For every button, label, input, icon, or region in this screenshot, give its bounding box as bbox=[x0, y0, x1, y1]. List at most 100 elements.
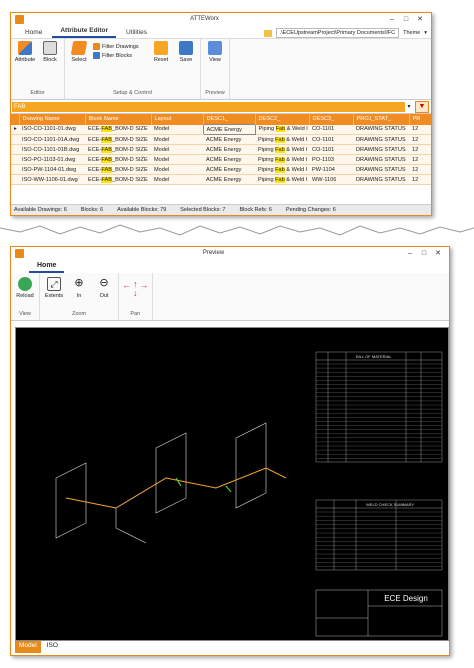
chevron-down-icon[interactable]: ▾ bbox=[424, 30, 427, 36]
table-cell[interactable]: DRAWING STATUS bbox=[353, 124, 409, 135]
table-cell[interactable]: 12 bbox=[409, 134, 431, 145]
minimize-button[interactable]: – bbox=[403, 250, 417, 257]
table-cell[interactable]: ISO-PW-1104-01.dwg bbox=[19, 164, 85, 175]
maximize-button[interactable]: □ bbox=[399, 16, 413, 23]
table-cell[interactable]: 12 bbox=[409, 154, 431, 165]
table-cell[interactable]: ACME Energy bbox=[202, 124, 256, 135]
close-button[interactable]: ✕ bbox=[413, 15, 427, 23]
column-header[interactable]: PR bbox=[409, 114, 431, 125]
close-button[interactable]: ✕ bbox=[431, 249, 445, 257]
table-cell[interactable]: ECE-FAB_BOM-D SIZE bbox=[85, 154, 151, 165]
drawing-canvas[interactable]: BILL OF MATERIAL WELD CHECK SUMMARY ECE … bbox=[15, 327, 449, 641]
table-row[interactable]: ISO-PW-1104-01.dwg ECE-FAB_BOM-D SIZE Mode… bbox=[11, 164, 431, 175]
table-cell[interactable]: 12 bbox=[409, 124, 431, 135]
folder-icon[interactable] bbox=[263, 29, 272, 37]
table-cell[interactable]: Piping Fab & Weld I LineTag bbox=[255, 134, 309, 145]
save-button[interactable]: Save bbox=[175, 41, 197, 63]
table-cell[interactable]: 12 bbox=[409, 144, 431, 155]
filter-blocks-button[interactable]: Filter Blocks bbox=[93, 52, 147, 59]
column-header[interactable]: DESC2_ bbox=[255, 114, 310, 125]
table-cell[interactable]: ACME Energy bbox=[203, 164, 255, 175]
table-cell[interactable]: Model bbox=[151, 154, 203, 165]
row-selector[interactable] bbox=[11, 154, 19, 165]
table-cell[interactable]: ISO-CO-1101-01.dwg bbox=[19, 124, 85, 135]
extents-button[interactable]: ⤢ Extents bbox=[43, 277, 65, 299]
table-cell[interactable]: 12 bbox=[409, 174, 431, 185]
table-cell[interactable]: ISO-CO-1101-01B.dwg bbox=[19, 144, 85, 155]
tab-utilities[interactable]: Utilities bbox=[118, 27, 155, 38]
table-cell[interactable]: Piping Fab & Weld I LineTag bbox=[255, 154, 309, 165]
reset-button[interactable]: Reset bbox=[150, 41, 172, 63]
table-cell[interactable]: ACME Energy bbox=[203, 174, 255, 185]
attribute-button[interactable]: Attribute bbox=[14, 41, 36, 63]
table-cell[interactable]: Model bbox=[151, 144, 203, 155]
theme-dropdown[interactable]: Theme bbox=[403, 30, 420, 36]
table-cell[interactable]: ACME Energy bbox=[203, 154, 255, 165]
table-cell[interactable]: Model bbox=[151, 164, 203, 175]
select-button[interactable]: Select bbox=[68, 41, 90, 63]
zoom-out-button[interactable]: ⊖ Out bbox=[93, 277, 115, 299]
table-cell[interactable]: CO-1101 bbox=[309, 144, 353, 155]
column-header[interactable]: DESC1_ bbox=[203, 114, 256, 125]
table-cell[interactable]: CO-1101 bbox=[309, 134, 353, 145]
reload-button[interactable]: Reload bbox=[14, 277, 36, 299]
table-cell[interactable]: PW-1104 bbox=[309, 164, 353, 175]
pan-down-icon[interactable]: ↓ bbox=[133, 289, 138, 298]
block-button[interactable]: Block bbox=[39, 41, 61, 63]
table-cell[interactable]: Model bbox=[151, 174, 203, 185]
table-row[interactable]: ISO-PO-1103-01.dwg ECE-FAB_BOM-D SIZE Mode… bbox=[11, 154, 431, 165]
table-row[interactable]: ISO-WW-1106-01.dwg ECE-FAB_BOM-D SIZE Mode… bbox=[11, 174, 431, 185]
table-cell[interactable]: DRAWING STATUS bbox=[353, 134, 409, 145]
row-selector[interactable] bbox=[11, 174, 19, 185]
table-cell[interactable]: ISO-WW-1106-01.dwg bbox=[19, 174, 85, 185]
table-cell[interactable]: ISO-PO-1103-01.dwg bbox=[19, 154, 85, 165]
table-cell[interactable]: PO-1103 bbox=[309, 154, 353, 165]
table-cell[interactable]: ECE-FAB_BOM-D SIZE bbox=[85, 164, 151, 175]
table-cell[interactable]: ECE-FAB_BOM-D SIZE bbox=[85, 144, 151, 155]
table-cell[interactable]: Model bbox=[151, 124, 203, 135]
tab-home[interactable]: Home bbox=[29, 260, 65, 273]
table-row[interactable]: ISO-CO-1101-01B.dwg ECE-FAB_BOM-D SIZE Mod… bbox=[11, 144, 431, 155]
filter-input[interactable]: FAB bbox=[12, 101, 405, 112]
table-cell[interactable]: WW-1106 bbox=[309, 174, 353, 185]
table-cell[interactable]: ACME Energy bbox=[203, 134, 255, 145]
table-cell[interactable]: 12 bbox=[409, 164, 431, 175]
row-selector[interactable] bbox=[11, 144, 19, 155]
project-path[interactable]: .\ECEUpstreamProject\Primary Documents\I… bbox=[275, 28, 400, 38]
pan-right-icon[interactable]: → bbox=[140, 280, 149, 290]
table-cell[interactable]: DRAWING STATUS bbox=[353, 164, 409, 175]
table-cell[interactable]: ACME Energy bbox=[203, 144, 255, 155]
table-cell[interactable]: ECE-FAB_BOM-D SIZE bbox=[85, 134, 151, 145]
table-cell[interactable]: Piping Fab & Weld I LineTag bbox=[255, 174, 309, 185]
tab-home[interactable]: Home bbox=[17, 27, 50, 38]
table-cell[interactable]: Piping Fab & Weld I LineTag bbox=[255, 144, 309, 155]
table-row[interactable]: ISO-CO-1101-01A.dwg ECE-FAB_BOM-D SIZE Mod… bbox=[11, 134, 431, 145]
zoom-in-button[interactable]: ⊕ In bbox=[68, 277, 90, 299]
minimize-button[interactable]: – bbox=[385, 16, 399, 23]
column-header[interactable]: DESC3_ bbox=[309, 114, 354, 125]
pan-left-icon[interactable]: ← bbox=[122, 280, 131, 290]
view-button[interactable]: View bbox=[204, 41, 226, 63]
table-cell[interactable]: Model bbox=[151, 134, 203, 145]
clear-filter-button[interactable]: ▼ bbox=[415, 100, 429, 113]
row-selector[interactable]: ▸ bbox=[11, 124, 19, 135]
table-cell[interactable]: DRAWING STATUS bbox=[353, 154, 409, 165]
table-cell[interactable]: DRAWING STATUS bbox=[353, 144, 409, 155]
table-cell[interactable]: ISO-CO-1101-01A.dwg bbox=[19, 134, 85, 145]
maximize-button[interactable]: □ bbox=[417, 250, 431, 257]
tab-model[interactable]: Model bbox=[15, 641, 41, 653]
row-selector[interactable] bbox=[11, 134, 19, 145]
tab-attribute-editor[interactable]: Attribute Editor bbox=[52, 25, 117, 38]
table-row[interactable]: ▸ ISO-CO-1101-01.dwg ECE-FAB_BOM-D SIZE Mod… bbox=[11, 124, 431, 135]
column-header[interactable]: Block Name bbox=[85, 114, 152, 125]
column-header[interactable]: Layout bbox=[151, 114, 204, 125]
table-cell[interactable]: Piping Fab & Weld I LineTag bbox=[255, 164, 309, 175]
tab-iso[interactable]: ISO bbox=[43, 641, 62, 653]
table-cell[interactable]: CO-1101 bbox=[309, 124, 353, 135]
column-header[interactable]: PROJ_STAT_ bbox=[353, 114, 410, 125]
table-cell[interactable]: ECE-FAB_BOM-D SIZE bbox=[85, 124, 151, 135]
table-cell[interactable]: Piping Fab & Weld I LineTag bbox=[255, 124, 309, 135]
table-cell[interactable]: ECE-FAB_BOM-D SIZE bbox=[85, 174, 151, 185]
filter-drawings-button[interactable]: Filter Drawings bbox=[93, 43, 147, 50]
table-cell[interactable]: DRAWING STATUS bbox=[353, 174, 409, 185]
